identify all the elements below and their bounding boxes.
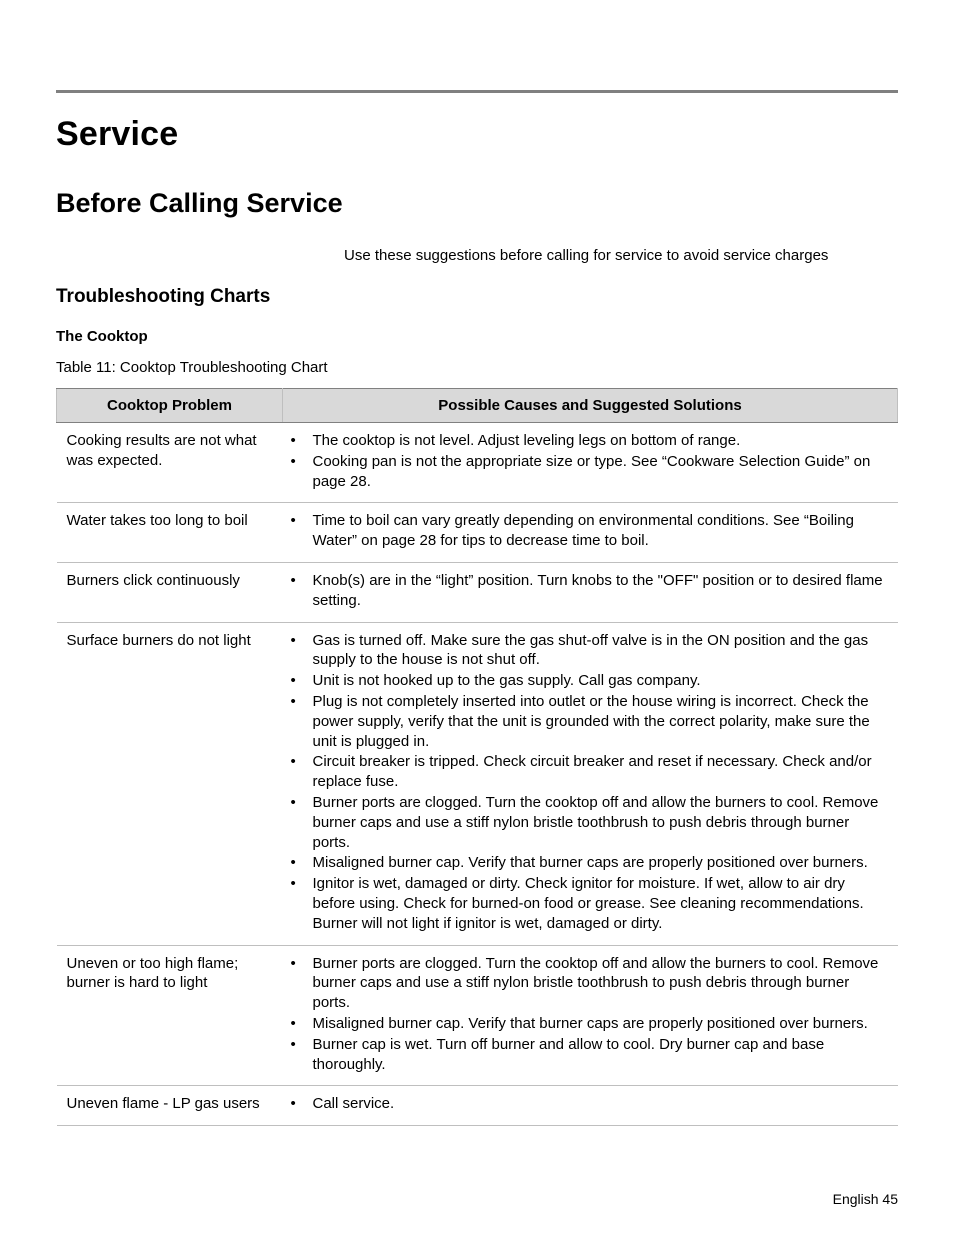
chapter-title: Service [56, 115, 898, 154]
solution-item: Call service. [313, 1094, 888, 1114]
solutions-list: Burner ports are clogged. Turn the cookt… [283, 954, 888, 1075]
solution-item: Knob(s) are in the “light” position. Tur… [313, 571, 888, 611]
table-row: Uneven flame - LP gas users Call service. [57, 1086, 898, 1126]
solution-item: Burner ports are clogged. Turn the cookt… [313, 793, 888, 852]
solution-item: Burner ports are clogged. Turn the cookt… [313, 954, 888, 1013]
troubleshooting-table: Cooktop Problem Possible Causes and Sugg… [56, 388, 898, 1126]
solutions-list: Call service. [283, 1094, 888, 1114]
table-row: Burners click continuously Knob(s) are in… [57, 562, 898, 622]
page-container: Service Before Calling Service Use these… [0, 0, 954, 1126]
table-row: Water takes too long to boil Time to boil… [57, 503, 898, 563]
problem-cell: Surface burners do not light [57, 622, 283, 945]
subsection-heading: Troubleshooting Charts [56, 286, 898, 308]
column-header-solutions: Possible Causes and Suggested Solutions [283, 389, 898, 423]
solution-item: Cooking pan is not the appropriate size … [313, 452, 888, 492]
problem-cell: Water takes too long to boil [57, 503, 283, 563]
solution-item: Time to boil can vary greatly depending … [313, 511, 888, 551]
solution-item: Gas is turned off. Make sure the gas shu… [313, 631, 888, 671]
section-heading: Before Calling Service [56, 188, 898, 219]
problem-cell: Cooking results are not what was expecte… [57, 423, 283, 503]
solutions-list: The cooktop is not level. Adjust levelin… [283, 431, 888, 491]
problem-cell: Uneven flame - LP gas users [57, 1086, 283, 1126]
solutions-cell: Knob(s) are in the “light” position. Tur… [283, 562, 898, 622]
column-header-problem: Cooktop Problem [57, 389, 283, 423]
solutions-cell: Call service. [283, 1086, 898, 1126]
intro-paragraph: Use these suggestions before calling for… [56, 247, 898, 264]
solutions-list: Knob(s) are in the “light” position. Tur… [283, 571, 888, 611]
table-row: Uneven or too high flame; burner is hard… [57, 945, 898, 1086]
table-row: Cooking results are not what was expecte… [57, 423, 898, 503]
solution-item: Ignitor is wet, damaged or dirty. Check … [313, 874, 888, 933]
problem-cell: Uneven or too high flame; burner is hard… [57, 945, 283, 1086]
table-caption: Table 11: Cooktop Troubleshooting Chart [56, 359, 898, 376]
solution-item: Circuit breaker is tripped. Check circui… [313, 752, 888, 792]
page-footer: English 45 [833, 1191, 898, 1207]
solution-item: Misaligned burner cap. Verify that burne… [313, 1014, 888, 1034]
solutions-cell: Burner ports are clogged. Turn the cookt… [283, 945, 898, 1086]
topic-heading: The Cooktop [56, 328, 898, 345]
solution-item: Misaligned burner cap. Verify that burne… [313, 853, 888, 873]
header-rule [56, 90, 898, 93]
solutions-list: Gas is turned off. Make sure the gas shu… [283, 631, 888, 934]
solutions-cell: Gas is turned off. Make sure the gas shu… [283, 622, 898, 945]
problem-cell: Burners click continuously [57, 562, 283, 622]
solution-item: Burner cap is wet. Turn off burner and a… [313, 1035, 888, 1075]
solution-item: Unit is not hooked up to the gas supply.… [313, 671, 888, 691]
solutions-cell: Time to boil can vary greatly depending … [283, 503, 898, 563]
table-row: Surface burners do not light Gas is turne… [57, 622, 898, 945]
solutions-cell: The cooktop is not level. Adjust levelin… [283, 423, 898, 503]
solution-item: Plug is not completely inserted into out… [313, 692, 888, 751]
solutions-list: Time to boil can vary greatly depending … [283, 511, 888, 551]
solution-item: The cooktop is not level. Adjust levelin… [313, 431, 888, 451]
